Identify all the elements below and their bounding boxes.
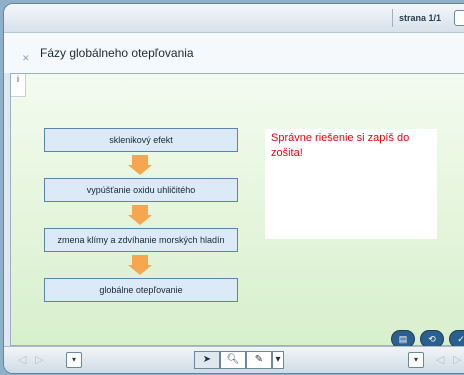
pointer-icon[interactable]: ➤ xyxy=(194,351,220,369)
flow-arrow-1 xyxy=(44,152,236,178)
pen-icon[interactable]: ✎ xyxy=(246,351,272,369)
slide-content: i sklenikový efekt vypúšťanie oxidu uhli… xyxy=(10,73,464,348)
flow-step-3: zmena klímy a zdvíhanie morských hladín xyxy=(44,228,238,252)
info-tab[interactable]: i xyxy=(11,74,26,97)
close-icon[interactable]: ✕ xyxy=(22,53,30,64)
flow-arrow-2 xyxy=(44,202,236,228)
flow-step-4: globálne otepľovanie xyxy=(44,278,238,302)
menu-button-left[interactable]: ▾ xyxy=(66,352,82,368)
magnifier-icon[interactable]: 🔍︎ xyxy=(220,351,246,369)
presentation-window: strana 1/1 ✕ Fázy globálneho otepľovania… xyxy=(3,3,464,374)
flow-arrow-3 xyxy=(44,252,236,278)
flow-step-1: sklenikový efekt xyxy=(44,128,238,152)
pen-options-icon[interactable]: ▾ xyxy=(272,351,284,369)
top-toolbar: strana 1/1 xyxy=(4,4,464,33)
menu-button-right[interactable]: ▾ xyxy=(408,352,424,368)
arrow-right-icon-2[interactable]: ▷ xyxy=(453,353,461,366)
bottom-toolbar: ◁ ▷ ▾ ➤ 🔍︎ ✎ ▾ ▾ ◁ ▷ xyxy=(4,346,464,373)
tool-group: ➤ 🔍︎ ✎ ▾ xyxy=(194,351,306,369)
info-icon: i xyxy=(17,74,19,84)
arrow-left-icon[interactable]: ◁ xyxy=(18,353,26,366)
page-indicator: strana 1/1 xyxy=(392,9,447,27)
slide-title: Fázy globálneho otepľovania xyxy=(40,46,194,60)
arrow-right-icon[interactable]: ▷ xyxy=(35,353,43,366)
slide-title-bar: ✕ Fázy globálneho otepľovania xyxy=(4,33,464,73)
note-box: Správne riešenie si zapíš do zošita! xyxy=(265,129,437,239)
flow-step-2: vypúšťanie oxidu uhličitého xyxy=(44,178,238,202)
flow-diagram: sklenikový efekt vypúšťanie oxidu uhliči… xyxy=(44,128,238,302)
arrow-left-icon-2[interactable]: ◁ xyxy=(436,353,444,366)
top-toolbar-button[interactable] xyxy=(454,10,464,26)
